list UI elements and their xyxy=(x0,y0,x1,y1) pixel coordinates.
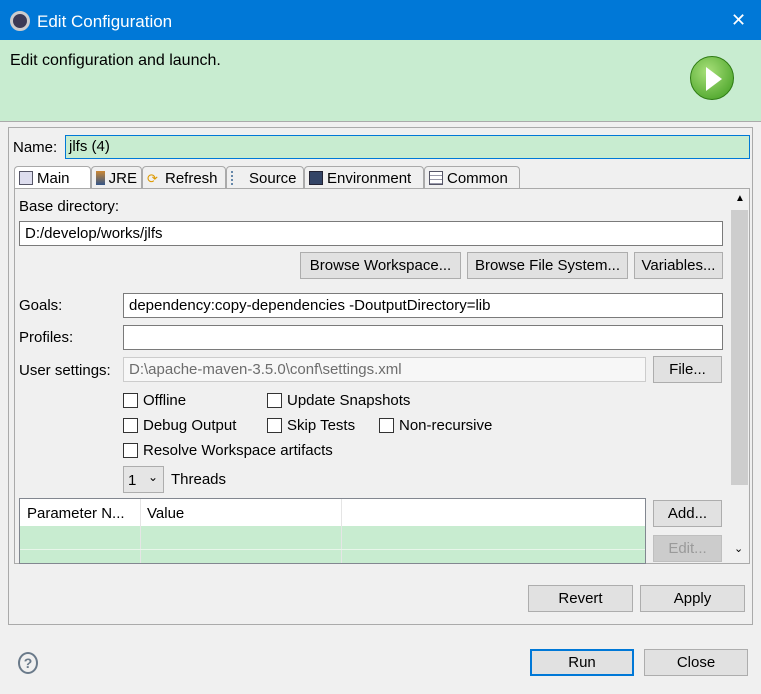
scrollbar[interactable]: ▲ ⌄ xyxy=(730,190,749,562)
tab-label: Source xyxy=(249,169,297,187)
user-settings-label: User settings: xyxy=(19,362,111,379)
base-directory-input[interactable]: D:/develop/works/jlfs xyxy=(19,221,723,246)
run-icon xyxy=(690,56,734,100)
resolve-workspace-checkbox[interactable]: Resolve Workspace artifacts xyxy=(123,442,333,459)
variables-button[interactable]: Variables... xyxy=(634,252,723,279)
checkbox-label: Resolve Workspace artifacts xyxy=(143,442,333,459)
window-title: Edit Configuration xyxy=(37,12,173,31)
revert-button[interactable]: Revert xyxy=(528,585,633,612)
checkbox-box[interactable] xyxy=(123,393,138,408)
browse-file-system-button[interactable]: Browse File System... xyxy=(467,252,628,279)
jre-icon xyxy=(96,171,105,185)
edit-button[interactable]: Edit... xyxy=(653,535,722,562)
chevron-down-icon: ⌄ xyxy=(147,470,158,484)
checkbox-label: Update Snapshots xyxy=(287,392,411,409)
profiles-input[interactable] xyxy=(123,325,723,350)
checkbox-box[interactable] xyxy=(267,418,282,433)
refresh-icon: ⟳ xyxy=(147,171,158,186)
file-button[interactable]: File... xyxy=(653,356,722,383)
column-header-parameter[interactable]: Parameter N... xyxy=(27,505,125,522)
add-button[interactable]: Add... xyxy=(653,500,722,527)
tab-refresh[interactable]: ⟳ Refresh xyxy=(142,166,226,189)
tab-jre[interactable]: JRE xyxy=(91,166,142,189)
tab-common[interactable]: Common xyxy=(424,166,520,189)
environment-icon xyxy=(309,171,323,185)
tab-label: Environment xyxy=(327,169,412,187)
tab-label: Refresh xyxy=(165,169,218,187)
debug-output-checkbox[interactable]: Debug Output xyxy=(123,417,236,434)
checkbox-box[interactable] xyxy=(123,418,138,433)
tab-label: Common xyxy=(447,169,508,187)
close-icon[interactable]: ✕ xyxy=(731,10,746,31)
skip-tests-checkbox[interactable]: Skip Tests xyxy=(267,417,355,434)
user-settings-input[interactable]: D:\apache-maven-3.5.0\conf\settings.xml xyxy=(123,357,646,382)
non-recursive-checkbox[interactable]: Non-recursive xyxy=(379,417,492,434)
column-header-value[interactable]: Value xyxy=(147,505,184,522)
checkbox-label: Non-recursive xyxy=(399,417,493,434)
update-snapshots-checkbox[interactable]: Update Snapshots xyxy=(267,392,410,409)
browse-workspace-button[interactable]: Browse Workspace... xyxy=(300,252,461,279)
threads-label: Threads xyxy=(171,471,227,488)
eclipse-gear-icon xyxy=(10,11,30,31)
tab-main[interactable]: Main xyxy=(14,166,91,189)
run-button[interactable]: Run xyxy=(530,649,634,676)
checkbox-box[interactable] xyxy=(379,418,394,433)
goals-input[interactable]: dependency:copy-dependencies -DoutputDir… xyxy=(123,293,723,318)
apply-button[interactable]: Apply xyxy=(640,585,745,612)
offline-checkbox[interactable]: Offline xyxy=(123,392,186,409)
common-icon xyxy=(429,171,443,185)
banner-message: Edit configuration and launch. xyxy=(10,52,221,69)
tab-environment[interactable]: Environment xyxy=(304,166,424,189)
checkbox-label: Offline xyxy=(143,392,187,409)
checkbox-label: Skip Tests xyxy=(287,417,356,434)
main-tab-icon xyxy=(19,171,33,185)
column-divider xyxy=(341,499,342,563)
help-icon[interactable]: ? xyxy=(18,652,38,674)
row-divider xyxy=(20,549,645,550)
title-bar: Edit Configuration ✕ xyxy=(0,0,761,40)
threads-value: 1 xyxy=(128,472,137,489)
banner: Edit configuration and launch. xyxy=(0,40,761,122)
scrollbar-thumb[interactable] xyxy=(731,210,748,485)
threads-select[interactable]: 1 ⌄ xyxy=(123,466,164,493)
checkbox-box[interactable] xyxy=(123,443,138,458)
column-divider xyxy=(140,499,141,563)
tab-label: Main xyxy=(37,169,70,187)
profiles-label: Profiles: xyxy=(19,329,74,346)
base-directory-label: Base directory: xyxy=(19,198,120,215)
checkbox-label: Debug Output xyxy=(143,417,237,434)
checkbox-box[interactable] xyxy=(267,393,282,408)
name-input[interactable]: jlfs (4) xyxy=(65,135,750,159)
scroll-down-icon[interactable]: ⌄ xyxy=(734,542,743,555)
goals-label: Goals: xyxy=(19,297,63,314)
tab-label: JRE xyxy=(108,169,137,187)
scroll-up-icon[interactable]: ▲ xyxy=(735,193,745,204)
name-label: Name: xyxy=(13,139,58,156)
close-button[interactable]: Close xyxy=(644,649,748,676)
tab-source[interactable]: Source xyxy=(226,166,304,189)
source-icon xyxy=(231,171,245,185)
parameters-table[interactable]: Parameter N... Value xyxy=(19,498,646,564)
